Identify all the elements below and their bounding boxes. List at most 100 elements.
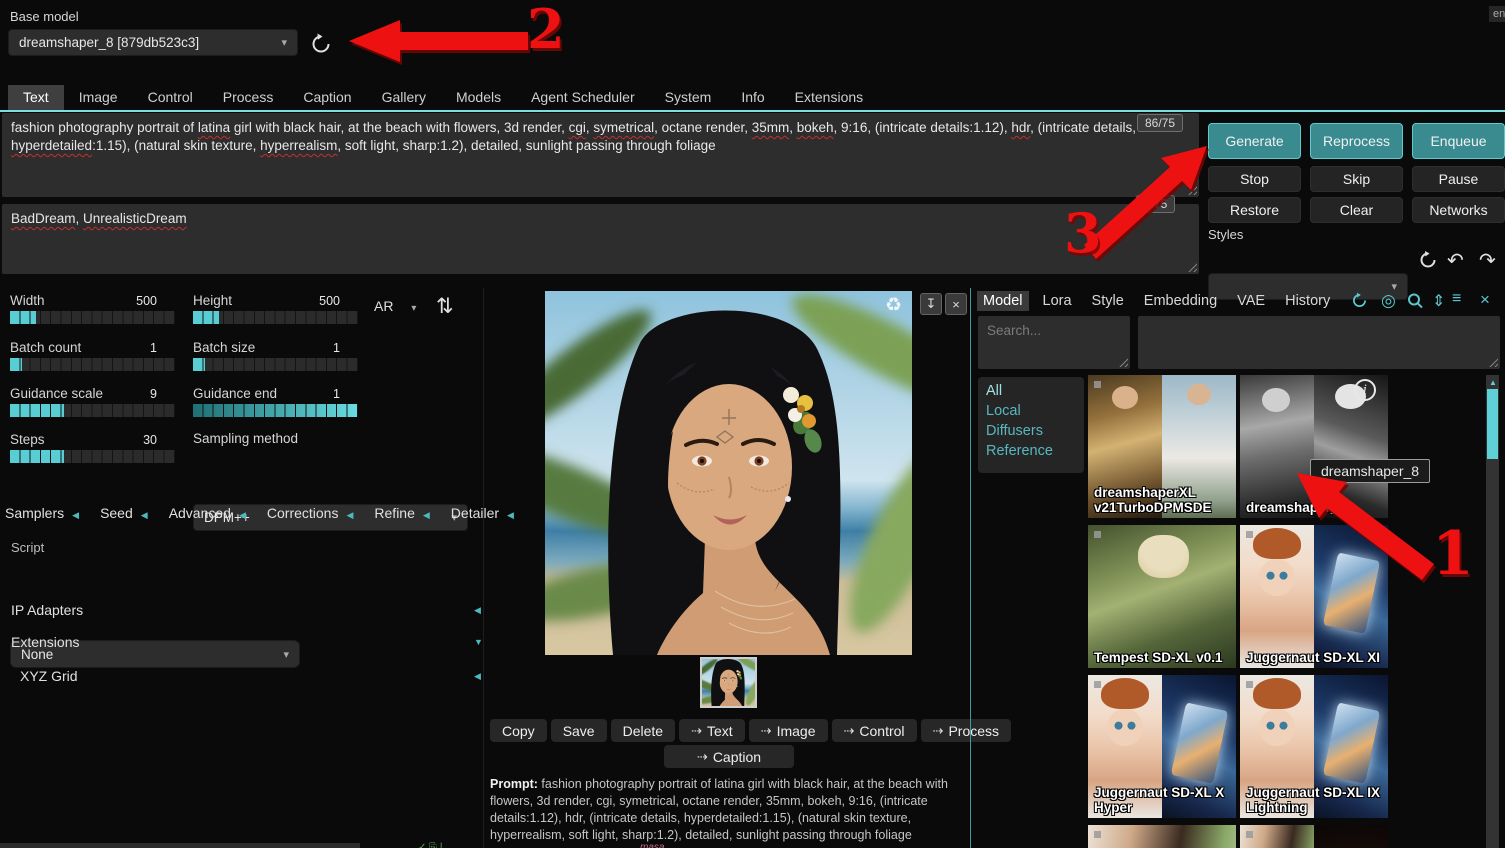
target-icon[interactable]: ◎ bbox=[1381, 291, 1396, 311]
model-card[interactable]: Tempest SD-XL v0.1 bbox=[1088, 525, 1236, 668]
image-prompt-caption: Prompt: fashion photography portrait of … bbox=[490, 776, 952, 848]
language-badge[interactable]: en bbox=[1489, 6, 1505, 22]
annotation-number-2: 2 bbox=[527, 2, 565, 56]
batch-count-slider[interactable]: Batch count 1 bbox=[10, 339, 175, 357]
filter-local[interactable]: Local bbox=[978, 401, 1084, 421]
send-to-text-button[interactable]: ⇢Text bbox=[679, 719, 745, 742]
prompt-input[interactable]: fashion photography portrait of latina g… bbox=[2, 113, 1199, 197]
sort-vertical-icon[interactable]: ⇕ bbox=[1432, 291, 1445, 311]
networks-tab-vae[interactable]: VAE bbox=[1231, 291, 1271, 311]
generated-image[interactable] bbox=[545, 291, 912, 655]
info-icon[interactable]: i bbox=[1354, 379, 1376, 401]
batch-size-slider[interactable]: Batch size 1 bbox=[193, 339, 358, 357]
tab-system[interactable]: System bbox=[650, 85, 727, 110]
filter-all[interactable]: All bbox=[978, 381, 1084, 401]
tab-agent-scheduler[interactable]: Agent Scheduler bbox=[516, 85, 650, 110]
send-to-control-button[interactable]: ⇢Control bbox=[832, 719, 917, 742]
height-slider[interactable]: Height 500 bbox=[193, 292, 358, 310]
close-image-button[interactable]: × bbox=[945, 293, 967, 315]
undo-icon[interactable]: ↶ bbox=[1447, 248, 1464, 273]
accordion-corrections[interactable]: Corrections◀ bbox=[267, 505, 354, 521]
tab-control[interactable]: Control bbox=[133, 85, 208, 110]
gallery-thumbnail[interactable] bbox=[700, 657, 757, 708]
model-card[interactable] bbox=[1240, 825, 1388, 848]
generate-button[interactable]: Generate bbox=[1208, 123, 1301, 159]
tab-process[interactable]: Process bbox=[208, 85, 289, 110]
search-zoom-icon[interactable] bbox=[1406, 292, 1424, 310]
chevron-left-icon[interactable]: ◀ bbox=[474, 605, 481, 616]
script-label: Script bbox=[11, 540, 44, 555]
skip-button[interactable]: Skip bbox=[1310, 166, 1403, 192]
tab-gallery[interactable]: Gallery bbox=[367, 85, 441, 110]
model-card[interactable]: dreamshaperXL v21TurboDPMSDE bbox=[1088, 375, 1236, 518]
guidance-scale-slider[interactable]: Guidance scale 9 bbox=[10, 385, 175, 403]
save-button[interactable]: Save bbox=[551, 719, 607, 742]
scrollbar[interactable]: ▲ bbox=[1486, 375, 1499, 848]
card-preview bbox=[1314, 825, 1388, 848]
guidance-end-slider[interactable]: Guidance end 1 bbox=[193, 385, 358, 403]
networks-tab-style[interactable]: Style bbox=[1086, 291, 1130, 311]
model-card[interactable]: Juggernaut SD-XL XI bbox=[1240, 525, 1388, 668]
pause-button[interactable]: Pause bbox=[1412, 166, 1505, 192]
redo-icon[interactable]: ↷ bbox=[1479, 248, 1496, 273]
model-card[interactable]: i dreamshaper_8 bbox=[1240, 375, 1388, 518]
base-model-select[interactable]: dreamshaper_8 [879db523c3] ▾ bbox=[8, 29, 298, 56]
copy-button[interactable]: Copy bbox=[490, 719, 547, 742]
status-bar-fragment bbox=[0, 843, 360, 848]
reprocess-button[interactable]: Reprocess bbox=[1310, 123, 1403, 159]
accordion-seed[interactable]: Seed◀ bbox=[100, 505, 148, 521]
scrollbar-thumb[interactable] bbox=[1487, 389, 1498, 459]
delete-button[interactable]: Delete bbox=[611, 719, 675, 742]
networks-description-input[interactable] bbox=[1138, 316, 1500, 369]
clear-button[interactable]: Clear bbox=[1310, 197, 1403, 223]
enqueue-button[interactable]: Enqueue bbox=[1412, 123, 1505, 159]
styles-refresh-icon[interactable] bbox=[1417, 249, 1439, 271]
networks-button[interactable]: Networks bbox=[1412, 197, 1505, 223]
tab-image[interactable]: Image bbox=[64, 85, 133, 110]
tab-models[interactable]: Models bbox=[441, 85, 516, 110]
model-card[interactable]: Juggernaut SD-XL X Hyper bbox=[1088, 675, 1236, 818]
networks-tabbar: Model Lora Style Embedding VAE History bbox=[977, 291, 1336, 311]
send-to-caption-button[interactable]: ⇢Caption bbox=[664, 745, 794, 768]
model-card[interactable] bbox=[1088, 825, 1236, 848]
accordion-advanced[interactable]: Advanced◀ bbox=[169, 505, 246, 521]
accordion-extensions[interactable]: Extensions bbox=[11, 634, 79, 650]
steps-slider[interactable]: Steps 30 bbox=[10, 431, 175, 449]
chevron-down-icon: ▾ bbox=[283, 648, 289, 661]
swap-dimensions-icon[interactable]: ⇅ bbox=[436, 294, 454, 319]
filter-reference[interactable]: Reference bbox=[978, 441, 1084, 461]
tab-info[interactable]: Info bbox=[726, 85, 779, 110]
model-card[interactable]: Juggernaut SD-XL IX Lightning bbox=[1240, 675, 1388, 818]
width-slider[interactable]: Width 500 bbox=[10, 292, 175, 310]
networks-tab-history[interactable]: History bbox=[1279, 291, 1336, 311]
chevron-down-icon[interactable]: ▼ bbox=[474, 637, 483, 647]
tab-caption[interactable]: Caption bbox=[288, 85, 366, 110]
accordion-samplers[interactable]: Samplers◀ bbox=[5, 505, 79, 521]
divider bbox=[483, 288, 484, 848]
list-view-icon[interactable]: ≡ bbox=[1452, 290, 1461, 308]
networks-tab-model[interactable]: Model bbox=[977, 291, 1029, 311]
tab-text[interactable]: Text bbox=[8, 85, 64, 110]
filter-diffusers[interactable]: Diffusers bbox=[978, 421, 1084, 441]
negative-prompt-input[interactable]: BadDream, UnrealisticDream bbox=[2, 204, 1199, 274]
send-to-image-button[interactable]: ⇢Image bbox=[749, 719, 828, 742]
send-to-process-button[interactable]: ⇢Process bbox=[921, 719, 1011, 742]
accordion-ip-adapters[interactable]: IP Adapters bbox=[11, 602, 83, 618]
networks-search-input[interactable]: Search... bbox=[978, 316, 1130, 369]
model-card-name: Tempest SD-XL v0.1 bbox=[1094, 650, 1232, 665]
refresh-model-icon[interactable] bbox=[308, 31, 334, 57]
ar-select[interactable]: AR ▾ bbox=[374, 298, 416, 314]
networks-refresh-icon[interactable] bbox=[1350, 291, 1369, 310]
restore-button[interactable]: Restore bbox=[1208, 197, 1301, 223]
stop-button[interactable]: Stop bbox=[1208, 166, 1301, 192]
accordion-xyz-grid[interactable]: XYZ Grid bbox=[20, 668, 78, 684]
networks-tab-embedding[interactable]: Embedding bbox=[1138, 291, 1223, 311]
scroll-up-icon[interactable]: ▲ bbox=[1489, 378, 1497, 387]
accordion-refine[interactable]: Refine◀ bbox=[374, 505, 429, 521]
tab-extensions[interactable]: Extensions bbox=[780, 85, 878, 110]
download-image-button[interactable]: ↧ bbox=[920, 293, 942, 315]
networks-tab-lora[interactable]: Lora bbox=[1037, 291, 1078, 311]
sampling-method-label: Sampling method bbox=[193, 431, 298, 446]
close-icon[interactable]: × bbox=[1480, 290, 1490, 310]
chevron-left-icon[interactable]: ◀ bbox=[474, 671, 481, 682]
